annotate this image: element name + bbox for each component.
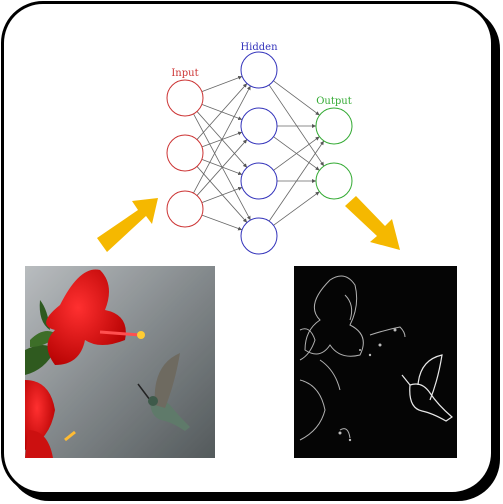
network-nodes [166, 51, 353, 255]
output-node-1 [315, 107, 353, 145]
hidden-node-4 [240, 217, 278, 255]
diagram-canvas: Input Hidden Output [25, 42, 457, 458]
edge-hidden-0-output-0 [273, 80, 320, 116]
input-flow-arrow [97, 198, 158, 252]
input-node-3 [166, 190, 204, 228]
edge-input-1-hidden-3 [196, 166, 248, 223]
output-node-2 [315, 162, 353, 200]
input-layer-label: Input [171, 68, 198, 79]
network-edges [193, 75, 325, 231]
output-flow-arrow [345, 196, 400, 250]
edge-input-2-hidden-3 [201, 214, 243, 231]
hidden-node-2 [240, 107, 278, 145]
edge-input-2-hidden-2 [201, 186, 243, 204]
output-layer-label: Output [316, 96, 352, 107]
edge-input-0-hidden-0 [201, 75, 243, 93]
edge-input-2-hidden-1 [196, 139, 248, 196]
hidden-node-3 [240, 162, 278, 200]
input-photo [25, 266, 215, 458]
input-node-2 [166, 134, 204, 172]
hidden-layer-label: Hidden [240, 42, 278, 53]
hidden-node-1 [240, 51, 278, 89]
output-photo [294, 266, 457, 458]
edge-hidden-3-output-1 [273, 191, 320, 226]
edge-input-1-hidden-0 [196, 83, 248, 140]
input-node-1 [166, 79, 204, 117]
